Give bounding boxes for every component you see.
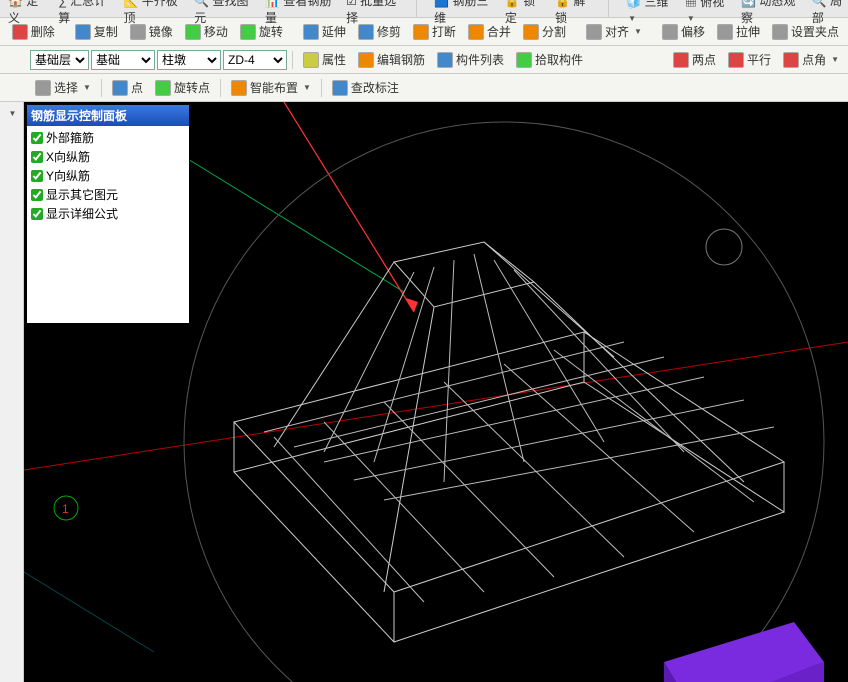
rotpt-icon: [155, 80, 171, 96]
rotate-button[interactable]: 旋转: [235, 20, 288, 43]
angle-button[interactable]: 点角▼: [778, 48, 844, 71]
vtool-1[interactable]: ▼: [2, 106, 22, 121]
parallel-button[interactable]: 平行: [723, 48, 776, 71]
attr-button[interactable]: 属性: [298, 48, 351, 71]
chk-y-bar[interactable]: Y向纵筋: [31, 166, 185, 185]
split-icon: [523, 24, 539, 40]
break-icon: [413, 24, 429, 40]
angle-icon: [783, 52, 799, 68]
merge-button[interactable]: 合并: [463, 20, 516, 43]
parallel-icon: [728, 52, 744, 68]
twopoint-button[interactable]: 两点: [668, 48, 721, 71]
trim-button[interactable]: 修剪: [353, 20, 406, 43]
menubar: 🏠 定义 ∑ 汇总计算 📐 平齐板顶 🔍 查找图元 📊 查看钢筋量 ☑ 批量选择…: [0, 0, 848, 18]
editlabel-icon: [332, 80, 348, 96]
break-button[interactable]: 打断: [408, 20, 461, 43]
grip-icon: [772, 24, 788, 40]
point-icon: [112, 80, 128, 96]
edit-rebar-button[interactable]: 编辑钢筋: [353, 48, 430, 71]
cursor-icon: [35, 80, 51, 96]
place-toolbar: 选择▼ 点 旋转点 智能布置▼ 查改标注: [0, 74, 848, 102]
pick-icon: [516, 52, 532, 68]
merge-icon: [468, 24, 484, 40]
smart-button[interactable]: 智能布置▼: [226, 76, 316, 99]
rotpt-button[interactable]: 旋转点: [150, 76, 215, 99]
chk-show-formula[interactable]: 显示详细公式: [31, 204, 185, 223]
point-button[interactable]: 点: [107, 76, 148, 99]
selector-toolbar: 基础层 基础 柱墩 ZD-4 属性 编辑钢筋 构件列表 拾取构件 两点 平行 点…: [0, 46, 848, 74]
attr-icon: [303, 52, 319, 68]
mirror-button[interactable]: 镜像: [125, 20, 178, 43]
vertical-toolbar: ▼: [0, 102, 24, 682]
smart-icon: [231, 80, 247, 96]
category-select[interactable]: 基础: [91, 50, 155, 70]
separator: [416, 0, 417, 18]
edit-rebar-icon: [358, 52, 374, 68]
separator: [608, 0, 609, 18]
layer-select[interactable]: 基础层: [30, 50, 89, 70]
align-icon: [586, 24, 602, 40]
edit-toolbar: 删除 复制 镜像 移动 旋转 延伸 修剪 打断 合并 分割 对齐▼ 偏移 拉伸 …: [0, 18, 848, 46]
align-button[interactable]: 对齐▼: [581, 20, 647, 43]
delete-button[interactable]: 删除: [7, 20, 60, 43]
list-button[interactable]: 构件列表: [432, 48, 509, 71]
purple-cube: [664, 622, 824, 682]
move-button[interactable]: 移动: [180, 20, 233, 43]
offset-icon: [662, 24, 678, 40]
3d-viewport[interactable]: 1 3: [24, 102, 848, 682]
move-icon: [185, 24, 201, 40]
viewport-area: ▼ 1 3: [0, 102, 848, 682]
extend-icon: [303, 24, 319, 40]
offset-button[interactable]: 偏移: [657, 20, 710, 43]
rotate-icon: [240, 24, 256, 40]
select-button[interactable]: 选择▼: [30, 76, 96, 99]
twopoint-icon: [673, 52, 689, 68]
chk-x-bar[interactable]: X向纵筋: [31, 147, 185, 166]
chk-show-others[interactable]: 显示其它图元: [31, 185, 185, 204]
list-icon: [437, 52, 453, 68]
code-select[interactable]: ZD-4: [223, 50, 287, 70]
grip-button[interactable]: 设置夹点: [767, 20, 844, 43]
rebar-panel[interactable]: 钢筋显示控制面板 外部箍筋 X向纵筋 Y向纵筋 显示其它图元 显示详细公式: [26, 104, 190, 324]
rebar-panel-body: 外部箍筋 X向纵筋 Y向纵筋 显示其它图元 显示详细公式: [27, 126, 189, 323]
delete-icon: [12, 24, 28, 40]
extend-button[interactable]: 延伸: [298, 20, 351, 43]
stretch-icon: [717, 24, 733, 40]
stretch-button[interactable]: 拉伸: [712, 20, 765, 43]
trim-icon: [358, 24, 374, 40]
svg-text:1: 1: [62, 502, 69, 516]
editlabel-button[interactable]: 查改标注: [327, 76, 404, 99]
chk-outer-stirrup[interactable]: 外部箍筋: [31, 128, 185, 147]
copy-button[interactable]: 复制: [70, 20, 123, 43]
column-select[interactable]: 柱墩: [157, 50, 221, 70]
rebar-panel-title: 钢筋显示控制面板: [27, 105, 189, 126]
split-button[interactable]: 分割: [518, 20, 571, 43]
pick-button[interactable]: 拾取构件: [511, 48, 588, 71]
mirror-icon: [130, 24, 146, 40]
copy-icon: [75, 24, 91, 40]
